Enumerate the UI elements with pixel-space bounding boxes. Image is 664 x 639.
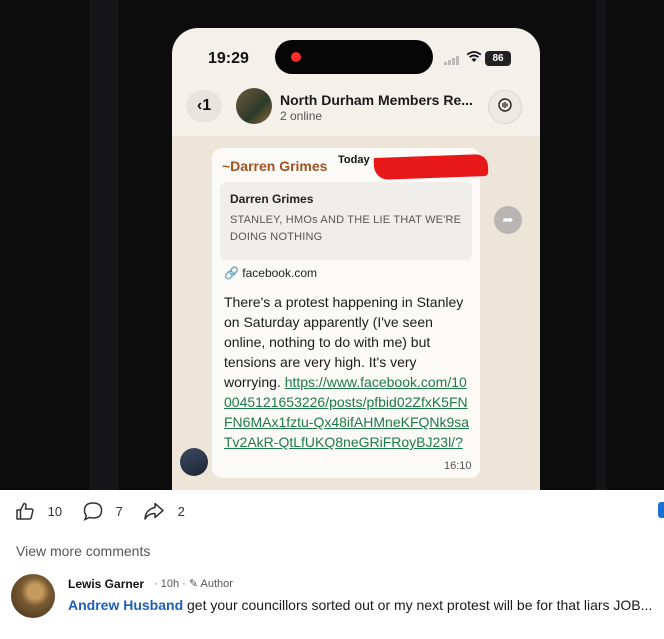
forward-icon[interactable]: ➦ (494, 206, 522, 234)
battery-icon: 86 (485, 51, 511, 66)
preview-title: Darren Grimes (230, 192, 314, 206)
link-icon: 🔗 (224, 266, 243, 280)
pencil-icon: ✎ (188, 578, 199, 590)
comment-time[interactable]: 10h (161, 578, 179, 590)
thumbs-up-icon (16, 502, 34, 520)
sender-avatar[interactable] (180, 448, 208, 476)
background-stripe (596, 0, 606, 490)
comment-meta: · 10h · ✎ Author (154, 578, 233, 590)
preview-domain: facebook.com (242, 266, 317, 280)
share-button[interactable]: 2 (142, 500, 185, 524)
dynamic-island (275, 40, 433, 74)
signal-icon (444, 55, 460, 65)
link-preview[interactable]: Darren Grimes STANLEY, HMOs AND THE LIE … (220, 182, 472, 260)
message-bubble[interactable]: ~Darren Grimes Today Darren Grimes STANL… (212, 148, 489, 478)
back-button[interactable]: ‹1 (186, 90, 222, 122)
share-arrow-icon (144, 502, 164, 520)
date-label: Today (338, 154, 370, 166)
group-avatar[interactable] (236, 88, 272, 124)
message-time: 16:10 (444, 460, 472, 472)
preview-domain-row[interactable]: 🔗 facebook.com (224, 266, 317, 280)
comment-button[interactable]: 7 (82, 500, 123, 524)
unread-count: 1 (202, 97, 212, 114)
redaction-mark (373, 154, 489, 180)
voice-chat-button[interactable] (488, 90, 522, 124)
view-more-comments-link[interactable]: View more comments (16, 543, 150, 559)
background-stripe (90, 0, 118, 490)
wifi-icon (466, 50, 482, 66)
commenter-avatar[interactable] (11, 574, 55, 618)
message-sender[interactable]: ~Darren Grimes (222, 158, 327, 174)
post-root: 19:29 86 ‹1 North Durham Members Re... 2… (0, 0, 664, 639)
post-image[interactable]: 19:29 86 ‹1 North Durham Members Re... 2… (0, 0, 664, 490)
reaction-bar: 10 7 2 (14, 500, 654, 524)
recording-dot-icon (291, 52, 301, 62)
chat-area: ~Darren Grimes Today Darren Grimes STANL… (172, 136, 540, 490)
message-text-block: There's a protest happening in Stanley o… (224, 292, 472, 452)
comment-bubble-icon (83, 502, 103, 521)
edge-button[interactable] (658, 502, 664, 518)
chat-header: ‹1 North Durham Members Re... 2 online (172, 80, 540, 136)
comment-count: 7 (115, 503, 123, 519)
comment-text: get your councillors sorted out or my ne… (183, 597, 653, 613)
status-bar: 19:29 86 (172, 28, 540, 80)
status-time: 19:29 (208, 50, 249, 67)
like-count: 10 (47, 503, 63, 519)
phone-screen: 19:29 86 ‹1 North Durham Members Re... 2… (172, 28, 540, 490)
comment-mention[interactable]: Andrew Husband (68, 597, 183, 613)
preview-description: STANLEY, HMOs AND THE LIE THAT WE'RE DOI… (230, 214, 462, 243)
author-badge: Author (200, 578, 233, 590)
share-count: 2 (177, 503, 185, 519)
audio-wave-icon (498, 98, 512, 112)
online-status: 2 online (280, 109, 323, 123)
comment-author[interactable]: Lewis Garner (68, 577, 144, 591)
group-name[interactable]: North Durham Members Re... (280, 92, 473, 108)
comment-body: Andrew Husband get your councillors sort… (68, 595, 658, 615)
like-button[interactable]: 10 (14, 500, 62, 524)
